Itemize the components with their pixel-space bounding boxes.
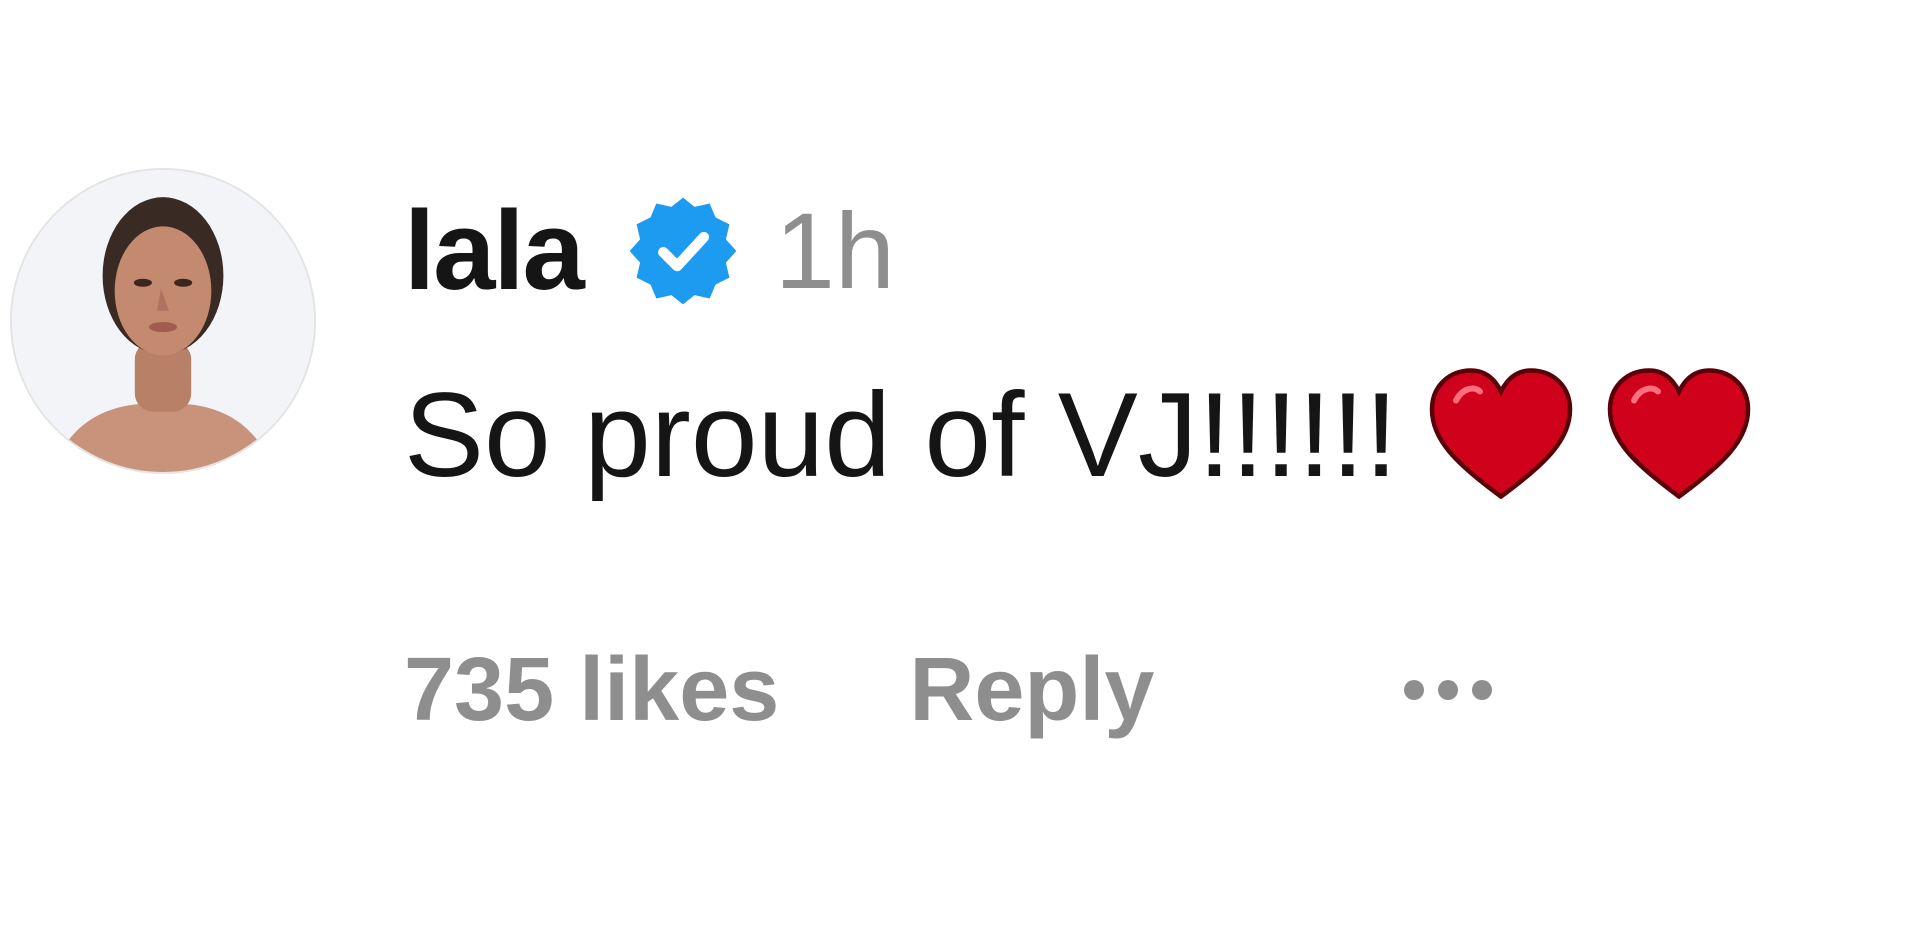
more-options-icon[interactable] [1404,670,1493,710]
more-dot [1404,680,1425,700]
heart-icon [1426,367,1576,503]
username[interactable]: lala [404,195,585,307]
comment-actions: 735 likes Reply [404,640,1493,740]
verified-badge-icon [625,193,741,309]
likes-count[interactable]: 735 likes [404,645,779,735]
heart-icon [1604,367,1754,503]
avatar[interactable] [10,168,316,474]
comment-item: lala 1h So proud of VJ!!!!!! 735 likes R… [0,0,1920,937]
reply-button[interactable]: Reply [909,645,1154,735]
comment-body: So proud of VJ!!!!!! [404,360,1754,510]
more-dot [1472,680,1493,700]
avatar-image [12,170,314,472]
comment-text: So proud of VJ!!!!!! [404,368,1398,502]
comment-header: lala 1h [404,186,895,316]
more-dot [1438,680,1459,700]
timestamp: 1h [774,190,895,311]
